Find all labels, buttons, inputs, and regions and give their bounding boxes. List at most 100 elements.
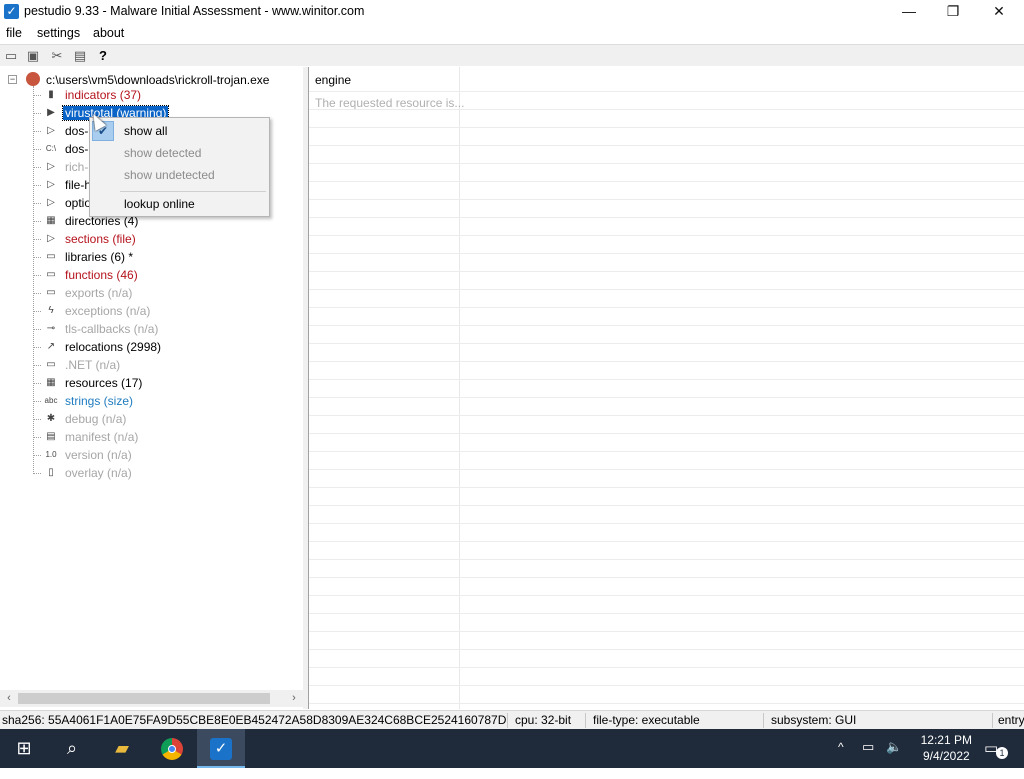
notification-center-icon[interactable]: ▭ <box>984 739 998 778</box>
tree-item-label: tls-callbacks (n/a) <box>65 322 159 336</box>
grid-row-line <box>309 415 1024 416</box>
dotnet-icon: ▭ <box>46 359 56 370</box>
tree-item[interactable]: ▭ exports (n/a) <box>33 284 293 302</box>
menu-item-show-detected[interactable]: show detected <box>124 146 201 160</box>
grid-row-line <box>309 667 1024 668</box>
show-hidden-icons-icon[interactable]: ^ <box>838 740 844 779</box>
tree-connector <box>33 293 41 294</box>
tree-connector <box>33 329 41 330</box>
scroll-left-icon[interactable]: ‹ <box>1 691 17 706</box>
status-separator <box>763 713 764 728</box>
menu-item-lookup-online[interactable]: lookup online <box>124 197 195 211</box>
tree-item[interactable]: ▭ functions (46) <box>33 266 293 284</box>
menu-settings[interactable]: settings <box>37 26 80 40</box>
grid-row-line <box>309 109 1024 110</box>
grid-row-line <box>309 271 1024 272</box>
tree-item[interactable]: ▭ .NET (n/a) <box>33 356 293 374</box>
menu-item-show-all[interactable]: show all <box>124 124 167 138</box>
tree-connector <box>33 113 41 114</box>
grid-row-line <box>309 541 1024 542</box>
exports-icon: ▭ <box>46 287 56 298</box>
exceptions-icon: ϟ <box>48 305 54 316</box>
menu-about[interactable]: about <box>93 26 124 40</box>
save-icon[interactable]: ▣ <box>25 48 41 64</box>
tree-item[interactable]: ▤ manifest (n/a) <box>33 428 293 446</box>
engine-cell: The requested resource is... <box>315 96 465 110</box>
grid-row-line <box>309 289 1024 290</box>
tree-connector <box>33 473 41 474</box>
volume-icon[interactable]: 🔈 <box>886 739 902 778</box>
menu-file[interactable]: file <box>6 26 22 40</box>
windows-start-icon[interactable]: ⊞ <box>0 729 48 768</box>
virustotal-icon: ▶ <box>47 107 55 118</box>
tree-item[interactable]: ▯ overlay (n/a) <box>33 464 293 482</box>
menu-item-show-undetected[interactable]: show undetected <box>124 168 215 182</box>
tree-item-label: dos- <box>65 124 89 138</box>
column-header-engine[interactable]: engine <box>315 73 351 87</box>
tree-item[interactable]: ▮ indicators (37) <box>33 86 293 104</box>
tree-item[interactable]: 1.0 version (n/a) <box>33 446 293 464</box>
grid-row-line <box>309 613 1024 614</box>
status-entry: entry <box>998 713 1024 727</box>
tls-callbacks-icon: ⊸ <box>46 323 56 334</box>
expand-arrow-icon: ▷ <box>47 161 55 172</box>
close-button[interactable]: ✕ <box>976 0 1022 24</box>
open-folder-icon[interactable]: ▭ <box>3 48 19 64</box>
grid-row-line <box>309 235 1024 236</box>
pestudio-taskbar-icon[interactable]: ✓ <box>197 729 245 768</box>
minimize-button[interactable]: — <box>886 0 932 24</box>
search-icon[interactable]: ⌕ <box>48 729 96 768</box>
grid-row-line <box>309 649 1024 650</box>
clock[interactable]: 12:21 PM 9/4/2022 <box>921 732 972 764</box>
tree-item-label: exports (n/a) <box>65 286 133 300</box>
grid-row-line <box>309 217 1024 218</box>
window-title: pestudio 9.33 - Malware Initial Assessme… <box>24 4 365 18</box>
clipboard-icon[interactable]: ▤ <box>72 48 88 64</box>
tree-item[interactable]: ϟ exceptions (n/a) <box>33 302 293 320</box>
grid-row-line <box>309 451 1024 452</box>
root-file-path: c:\users\vm5\downloads\rickroll-trojan.e… <box>46 73 270 87</box>
title-bar: ✓ pestudio 9.33 - Malware Initial Assess… <box>0 0 1024 24</box>
status-file-type: file-type: executable <box>593 713 700 727</box>
chrome-icon[interactable] <box>148 729 196 768</box>
scroll-thumb[interactable] <box>18 693 270 704</box>
function-icon: ▭ <box>46 269 56 280</box>
tree-horizontal-scrollbar[interactable]: ‹ › <box>0 690 303 707</box>
tree-connector <box>33 419 41 420</box>
toolbar: ▭ ▣ ✂ ▤ ? <box>0 44 1024 66</box>
tree-item-label: indicators (37) <box>65 88 142 102</box>
tree-item[interactable]: abc strings (size) <box>33 392 293 410</box>
tree-item-label: debug (n/a) <box>65 412 127 426</box>
tree-item-label: sections (file) <box>65 232 136 246</box>
relocations-icon: ↗ <box>46 341 56 352</box>
overlay-icon: ▯ <box>48 467 54 478</box>
tree-item-label: overlay (n/a) <box>65 466 132 480</box>
tree-item[interactable]: ✱ debug (n/a) <box>33 410 293 428</box>
close-file-icon[interactable]: ✂ <box>49 48 65 64</box>
expand-arrow-icon: ▷ <box>47 233 55 244</box>
tree-item[interactable]: ↗ relocations (2998) <box>33 338 293 356</box>
tree-item[interactable]: ▭ libraries (6) * <box>33 248 293 266</box>
help-icon[interactable]: ? <box>95 48 111 64</box>
scroll-right-icon[interactable]: › <box>286 691 302 706</box>
tree-connector <box>33 167 41 168</box>
file-explorer-icon[interactable]: ▰ <box>98 729 146 768</box>
taskbar: ⊞ ⌕ ▰ ✓ ^ ▭ 🔈 12:21 PM 9/4/2022 ▭ 1 <box>0 729 1024 768</box>
tree-connector <box>33 203 41 204</box>
expand-arrow-icon: ▷ <box>47 125 55 136</box>
strings-icon: abc <box>44 396 58 405</box>
tree-item-label: rich- <box>65 160 89 174</box>
tree-item[interactable]: ▦ resources (17) <box>33 374 293 392</box>
grid-row-line <box>309 685 1024 686</box>
tree-item[interactable]: ⊸ tls-callbacks (n/a) <box>33 320 293 338</box>
grid-row-line <box>309 595 1024 596</box>
clock-date: 9/4/2022 <box>922 749 970 763</box>
grid-row-line <box>309 433 1024 434</box>
maximize-button[interactable]: ❐ <box>930 0 976 24</box>
tree-item-label: strings (size) <box>65 394 134 408</box>
network-icon[interactable]: ▭ <box>862 739 874 778</box>
collapse-icon[interactable]: − <box>8 75 17 84</box>
tree-item[interactable]: ▷ sections (file) <box>33 230 293 248</box>
tree-connector <box>33 437 41 438</box>
resources-icon: ▦ <box>46 377 56 388</box>
